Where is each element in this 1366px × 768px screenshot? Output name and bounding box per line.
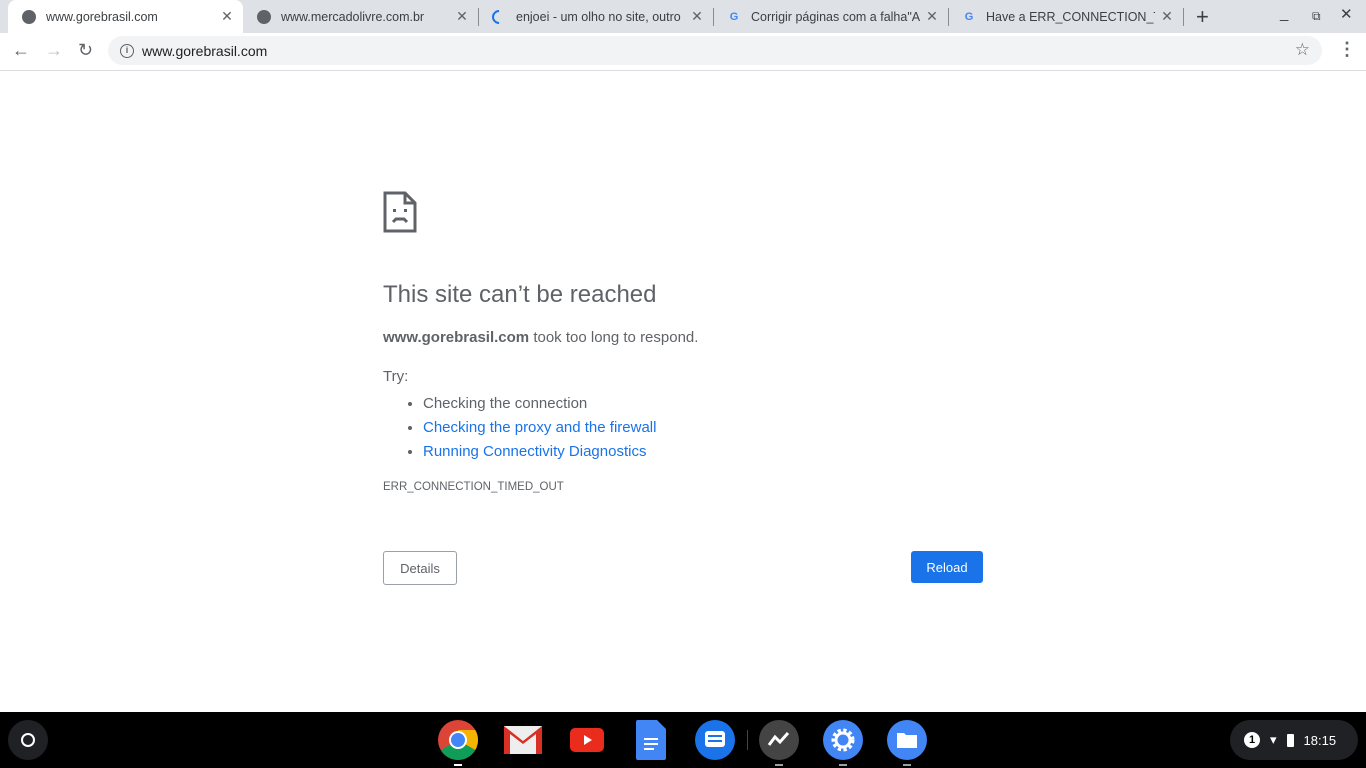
tab-gorebrasil[interactable]: www.gorebrasil.com ✕ <box>8 0 243 33</box>
suggestion-item: Running Connectivity Diagnostics <box>423 440 656 464</box>
error-code: ERR_CONNECTION_TIMED_OUT <box>383 481 564 493</box>
docs-app[interactable] <box>631 720 671 760</box>
error-message: www.gorebrasil.com took too long to resp… <box>383 329 698 346</box>
close-tab-icon[interactable]: ✕ <box>450 8 474 25</box>
error-host: www.gorebrasil.com <box>383 329 530 346</box>
messages-icon <box>695 720 735 760</box>
close-tab-icon[interactable]: ✕ <box>920 8 944 25</box>
clock: 18:15 <box>1303 732 1337 748</box>
stats-app[interactable] <box>759 720 799 766</box>
wifi-icon: ▾ <box>1270 732 1277 747</box>
tab-mercadolivre[interactable]: www.mercadolivre.com.br ✕ <box>243 0 478 33</box>
details-button[interactable]: Details <box>383 551 457 585</box>
globe-icon <box>22 9 36 24</box>
error-message-text: took too long to respond. <box>529 329 699 346</box>
running-indicator <box>839 764 847 766</box>
messages-app[interactable] <box>695 720 735 760</box>
tab-title: enjoei - um olho no site, outro no app <box>516 9 685 24</box>
reload-icon[interactable]: ↻ <box>78 40 93 61</box>
settings-app[interactable] <box>823 720 863 766</box>
status-tray[interactable]: 1 ▾ 18:15 <box>1230 720 1358 760</box>
google-icon: G <box>964 10 974 23</box>
url-text[interactable]: www.gorebrasil.com <box>142 43 267 59</box>
tab-title: www.mercadolivre.com.br <box>281 9 425 24</box>
tab-title: Have a ERR_CONNECTION_TIMED_OUT <box>986 9 1155 24</box>
gmail-app[interactable] <box>503 720 543 760</box>
docs-icon <box>636 720 666 760</box>
running-indicator <box>454 764 462 766</box>
running-indicator <box>775 764 783 766</box>
sad-page-icon <box>383 191 417 233</box>
stats-icon <box>759 720 799 760</box>
chrome-icon <box>438 720 478 760</box>
minimize-button[interactable]: _ <box>1280 5 1288 22</box>
files-folder-icon <box>887 720 927 760</box>
loading-spinner-icon <box>489 6 509 27</box>
settings-gear-icon <box>823 720 863 760</box>
back-button[interactable]: ← <box>12 40 30 61</box>
gmail-icon <box>504 726 542 754</box>
proxy-firewall-link[interactable]: Checking the proxy and the firewall <box>423 419 656 436</box>
tab-separator <box>1183 8 1184 26</box>
tab-title: Corrigir páginas com a falha"AI <box>751 9 920 24</box>
tab-enjoei[interactable]: enjoei - um olho no site, outro no app ✕ <box>478 0 713 33</box>
bookmark-star-icon[interactable]: ☆ <box>1295 40 1310 60</box>
suggestion-item: Checking the connection <box>423 392 656 416</box>
running-indicator <box>903 764 911 766</box>
launcher-icon <box>21 733 35 747</box>
restore-button[interactable]: ⧉ <box>1312 9 1321 24</box>
connectivity-diagnostics-link[interactable]: Running Connectivity Diagnostics <box>423 443 646 460</box>
toolbar: ← → ↻ i www.gorebrasil.com ☆ ⋮ <box>0 33 1366 71</box>
shelf: 1 ▾ 18:15 <box>0 712 1366 768</box>
suggestions-list: Checking the connection Checking the pro… <box>423 392 656 464</box>
try-label: Try: <box>383 368 409 385</box>
chrome-app[interactable] <box>438 720 478 766</box>
youtube-icon <box>570 728 604 752</box>
suggestion-item: Checking the proxy and the firewall <box>423 416 656 440</box>
launcher-button[interactable] <box>8 720 48 760</box>
tab-strip: www.gorebrasil.com ✕ www.mercadolivre.co… <box>0 0 1366 33</box>
youtube-app[interactable] <box>567 720 607 760</box>
omnibox[interactable]: i www.gorebrasil.com ☆ <box>108 36 1322 65</box>
tab-corrigir[interactable]: G Corrigir páginas com a falha"AI ✕ <box>713 0 948 33</box>
close-window-button[interactable]: ✕ <box>1340 5 1353 23</box>
tab-title: www.gorebrasil.com <box>46 9 158 24</box>
battery-icon <box>1286 733 1294 747</box>
close-tab-icon[interactable]: ✕ <box>685 8 709 25</box>
close-tab-icon[interactable]: ✕ <box>215 8 239 25</box>
reload-button[interactable]: Reload <box>911 551 983 583</box>
close-tab-icon[interactable]: ✕ <box>1155 8 1179 25</box>
error-title: This site can’t be reached <box>383 281 657 308</box>
shelf-separator <box>747 730 748 750</box>
menu-icon[interactable]: ⋮ <box>1338 39 1356 60</box>
globe-icon <box>257 9 271 24</box>
forward-button[interactable]: → <box>45 40 63 61</box>
google-icon: G <box>729 10 739 23</box>
info-icon[interactable]: i <box>120 43 134 58</box>
new-tab-button[interactable]: + <box>1196 4 1209 30</box>
files-app[interactable] <box>887 720 927 766</box>
tab-err-connection[interactable]: G Have a ERR_CONNECTION_TIMED_OUT ✕ <box>948 0 1183 33</box>
notification-count[interactable]: 1 <box>1244 732 1260 748</box>
